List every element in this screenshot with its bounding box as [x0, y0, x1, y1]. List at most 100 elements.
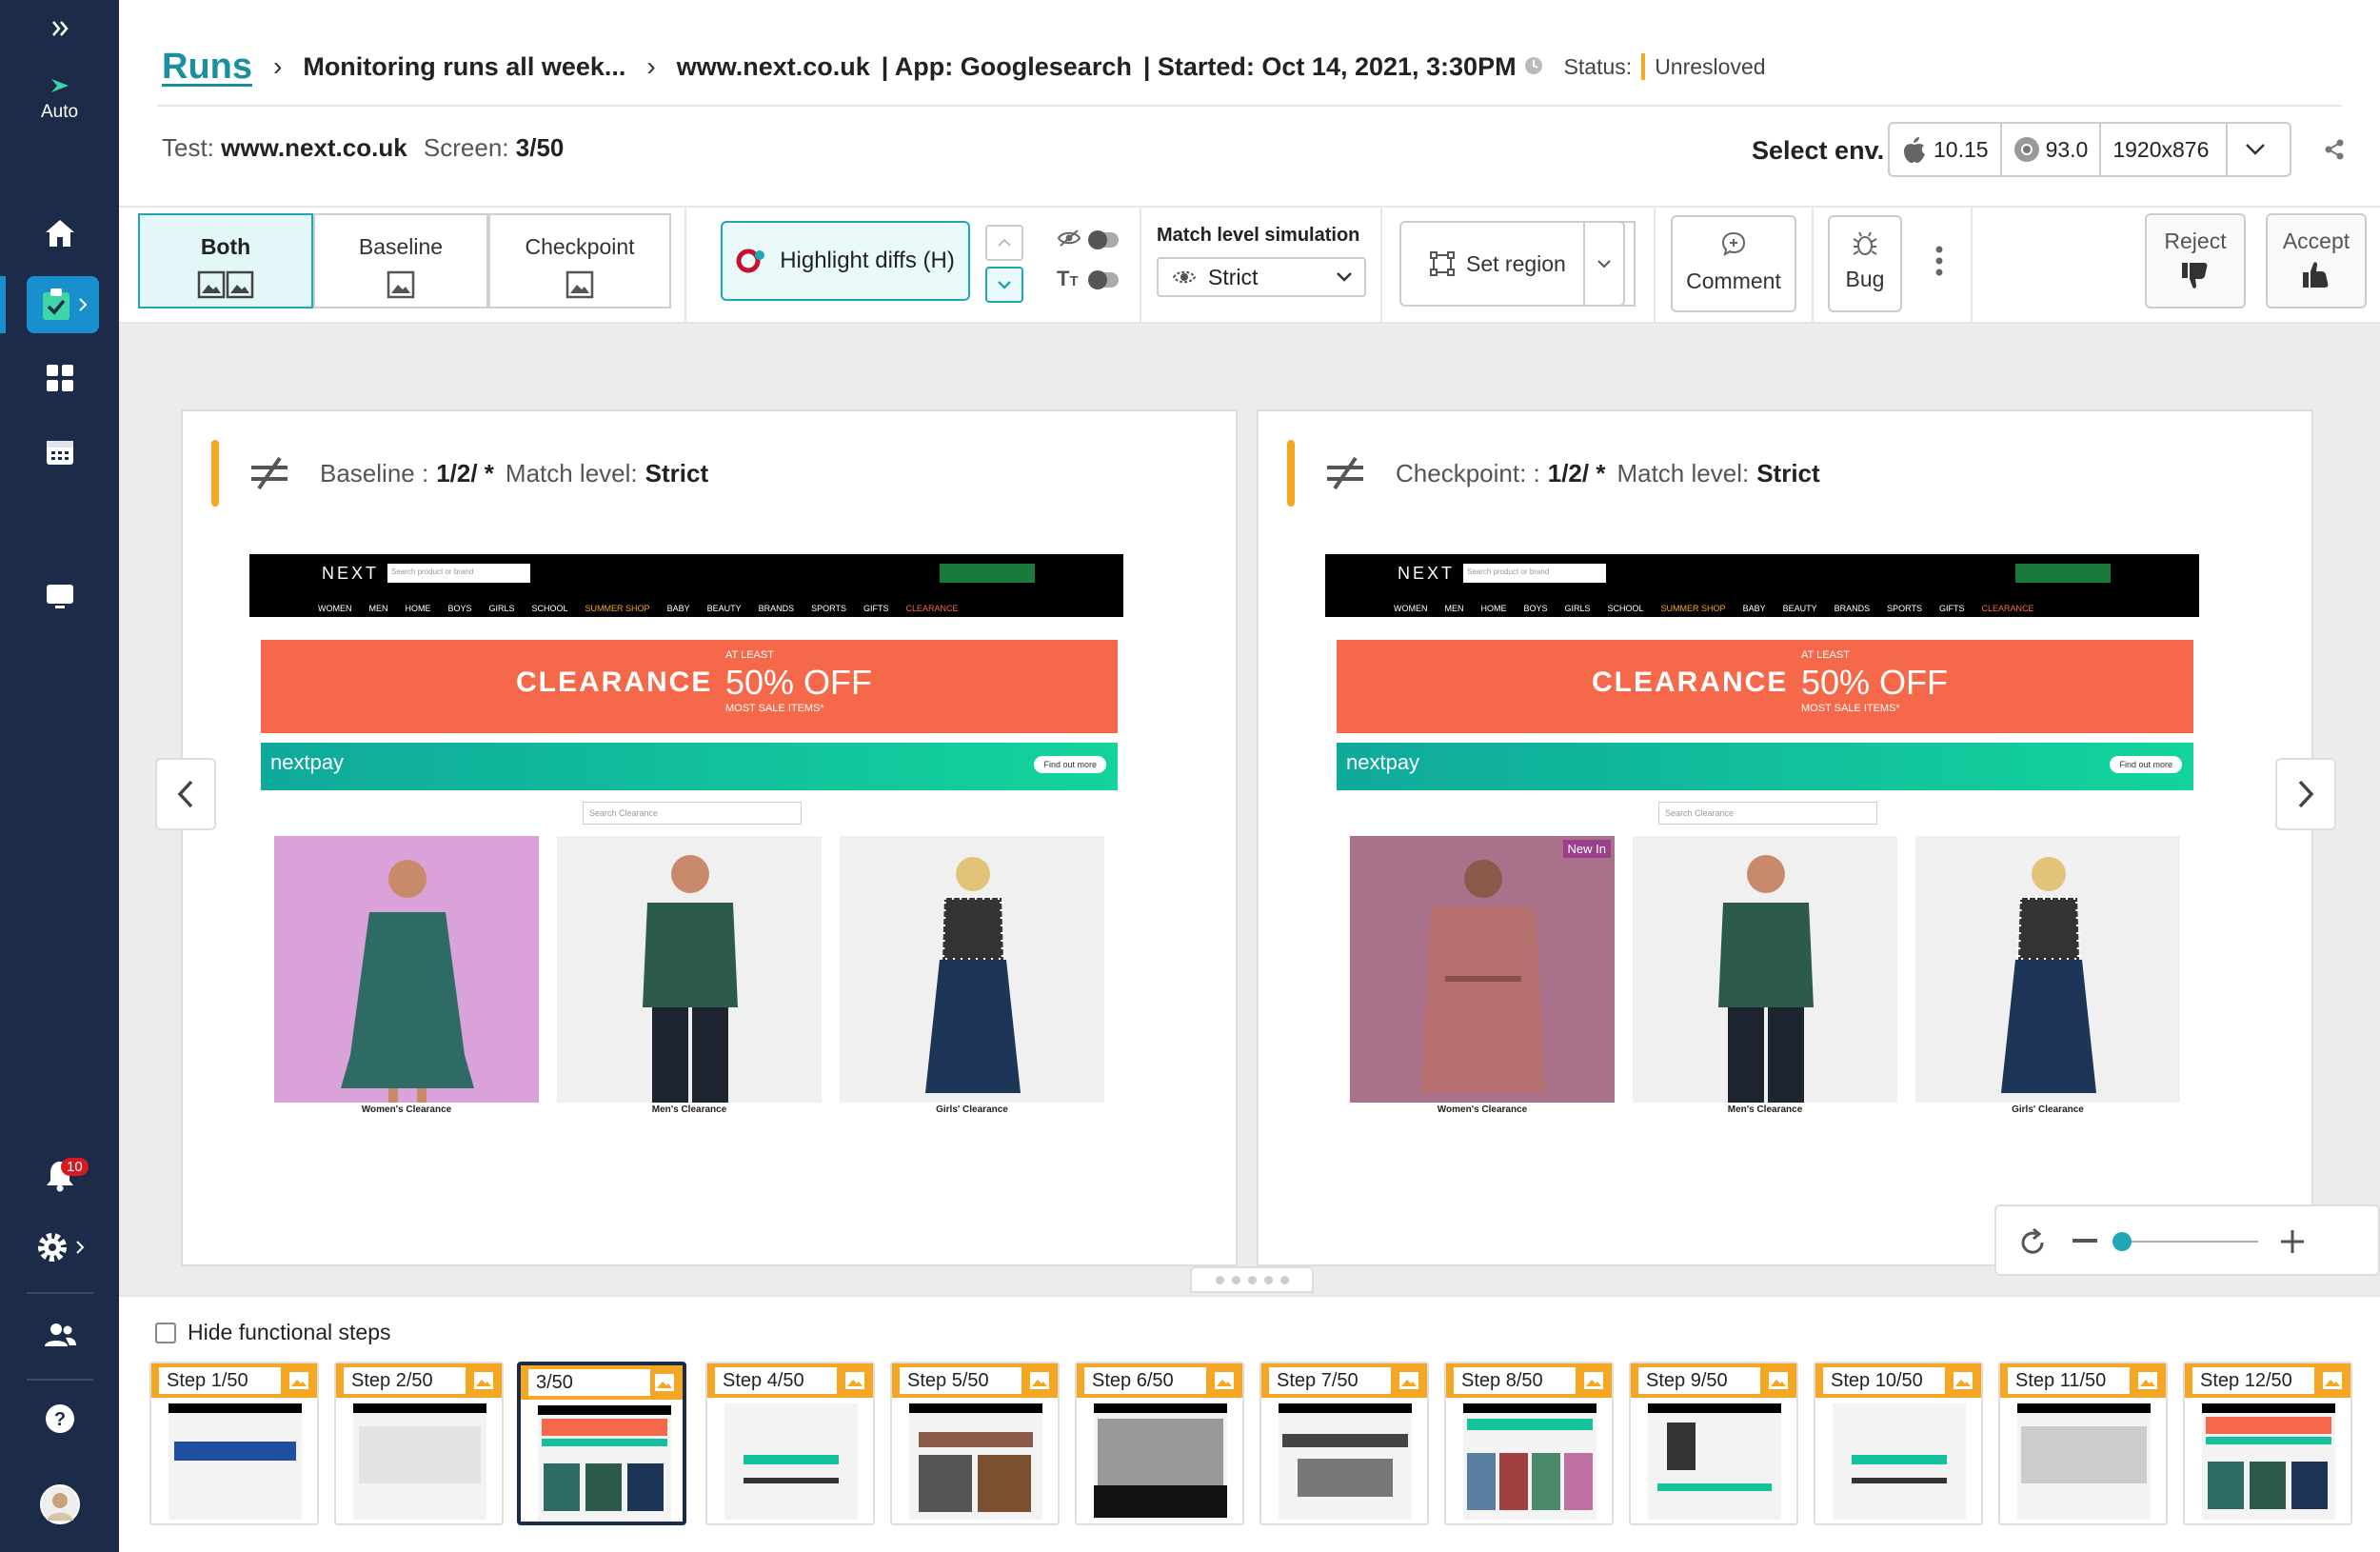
- step-thumbnail[interactable]: Step 2/50: [334, 1362, 504, 1525]
- hide-diffs-icon: [1057, 229, 1081, 252]
- sidebar: Auto 10 ?: [0, 0, 119, 1552]
- product-image-girls: [1915, 836, 2180, 1103]
- help-icon[interactable]: ?: [0, 1396, 119, 1442]
- notification-badge: 10: [61, 1158, 89, 1176]
- checkpoint-match-label: Match level:: [1616, 458, 1750, 487]
- status-bar: [1287, 440, 1295, 507]
- step-thumbnail[interactable]: Step 11/50: [1998, 1362, 2168, 1525]
- clearance-banner: CLEARANCE AT LEAST 50% OFF MOST SALE ITE…: [261, 640, 1118, 733]
- share-icon[interactable]: [2323, 138, 2346, 166]
- baseline-header: Baseline : 1/2/ * Match level: Strict: [211, 440, 708, 507]
- comment-icon: [1721, 231, 1746, 257]
- accept-button[interactable]: Accept: [2266, 213, 2367, 308]
- step-thumbnail-selected[interactable]: 3/50: [517, 1362, 686, 1525]
- product-caption-girls: Girls' Clearance: [936, 1104, 1008, 1115]
- step-label: Step 7/50: [1269, 1367, 1391, 1394]
- notifications-icon[interactable]: 10: [0, 1152, 119, 1200]
- step-thumbnail[interactable]: Step 5/50: [890, 1362, 1060, 1525]
- image-icon: [1399, 1372, 1418, 1389]
- next-screen-button[interactable]: [2275, 758, 2336, 830]
- sidebar-item-test-results[interactable]: [27, 276, 99, 333]
- step-label: Step 5/50: [900, 1367, 1021, 1394]
- step-thumbnail[interactable]: Step 7/50: [1259, 1362, 1429, 1525]
- set-region-dropdown[interactable]: [1583, 221, 1625, 307]
- os-version: 10.15: [1934, 136, 1989, 162]
- monitor-icon[interactable]: [0, 576, 119, 618]
- bug-button[interactable]: Bug: [1828, 215, 1902, 312]
- breadcrumb-runs-link[interactable]: Runs: [162, 47, 252, 88]
- step-label: Step 12/50: [2192, 1367, 2314, 1394]
- image-icon: [1769, 1372, 1788, 1389]
- hide-functional-checkbox[interactable]: [155, 1322, 176, 1343]
- dashboard-icon[interactable]: [0, 357, 119, 399]
- baseline-panel: Baseline : 1/2/ * Match level: Strict NE…: [181, 409, 1238, 1266]
- site-search: Search product or brand: [1463, 564, 1606, 583]
- zoom-slider-handle[interactable]: [2112, 1232, 2132, 1251]
- zoom-slider-track[interactable]: [2120, 1241, 2258, 1243]
- text-diff-toggle[interactable]: [1088, 270, 1119, 289]
- image-icon: [289, 1372, 308, 1389]
- step-thumbnail[interactable]: Step 1/50: [149, 1362, 319, 1525]
- checkpoint-panel: Checkpoint: : 1/2/ * Match level: Strict…: [1257, 409, 2313, 1266]
- checkpoint-header: Checkpoint: : 1/2/ * Match level: Strict: [1287, 440, 1820, 507]
- home-icon[interactable]: [0, 211, 119, 255]
- view-baseline-tab[interactable]: Baseline: [313, 213, 488, 308]
- reset-zoom-icon[interactable]: [2017, 1227, 2048, 1258]
- checkpoint-screenshot[interactable]: NEXT Search product or brand WOMEN MEN HOM…: [1325, 554, 2199, 1135]
- product-image-men: [1633, 836, 1897, 1103]
- baseline-screenshot[interactable]: NEXT Search product or brand WOMEN MEN HOM…: [249, 554, 1123, 1135]
- step-thumbnail[interactable]: Step 10/50: [1814, 1362, 1983, 1525]
- step-thumbnail[interactable]: Step 4/50: [705, 1362, 875, 1525]
- view-both-tab[interactable]: Both: [138, 213, 313, 308]
- step-thumbnail[interactable]: Step 12/50: [2183, 1362, 2352, 1525]
- zoom-in-icon[interactable]: [2280, 1229, 2305, 1254]
- bug-icon: [1853, 231, 1877, 255]
- image-icon: [1954, 1372, 1973, 1389]
- highlight-diffs-button[interactable]: Highlight diffs (H): [721, 221, 970, 301]
- user-avatar[interactable]: [0, 1482, 119, 1527]
- step-thumbnail[interactable]: Step 9/50: [1629, 1362, 1798, 1525]
- breadcrumb-test: www.next.co.uk: [676, 51, 870, 81]
- breadcrumb-batch[interactable]: Monitoring runs all week...: [303, 52, 625, 82]
- set-region-label: Set region: [1466, 250, 1566, 276]
- not-equal-icon: [1327, 456, 1363, 490]
- expand-sidebar-icon[interactable]: [0, 10, 119, 48]
- image-icon: [565, 270, 594, 305]
- step-thumbnail[interactable]: Step 8/50: [1444, 1362, 1614, 1525]
- product-caption-men: Men's Clearance: [1727, 1104, 1803, 1115]
- hide-functional-steps[interactable]: Hide functional steps: [155, 1320, 391, 1345]
- view-baseline-label: Baseline: [358, 234, 444, 259]
- previous-screen-button[interactable]: [155, 758, 216, 830]
- checkpoint-label: Checkpoint: :: [1396, 458, 1540, 487]
- chevron-right-icon: ›: [646, 51, 656, 81]
- previous-diff-button[interactable]: [985, 225, 1023, 261]
- step-thumbnail[interactable]: Step 6/50: [1075, 1362, 1244, 1525]
- next-diff-button[interactable]: [985, 267, 1023, 303]
- reject-button[interactable]: Reject: [2145, 213, 2246, 308]
- zoom-out-icon[interactable]: [2073, 1239, 2097, 1244]
- product-caption-men: Men's Clearance: [651, 1104, 727, 1115]
- site-logo: NEXT: [1398, 564, 1456, 583]
- baseline-match-value: Strict: [645, 458, 709, 487]
- team-icon[interactable]: [0, 1314, 119, 1356]
- image-icon: [845, 1372, 864, 1389]
- more-options-icon[interactable]: [1935, 246, 1943, 281]
- resize-handle[interactable]: [1190, 1266, 1314, 1293]
- auto-logo-icon[interactable]: [0, 67, 119, 105]
- image-icon: [387, 270, 415, 305]
- accept-label: Accept: [2282, 229, 2350, 253]
- screen-label: Screen:: [423, 133, 509, 162]
- step-label: Step 6/50: [1084, 1367, 1206, 1394]
- chevron-down-icon[interactable]: [2228, 124, 2283, 175]
- settings-icon[interactable]: [0, 1224, 119, 1271]
- hide-diffs-toggle[interactable]: [1088, 230, 1119, 249]
- product-image-women: New In: [1350, 836, 1615, 1103]
- sidebar-divider: [27, 1379, 93, 1381]
- side-by-side-image-icon: [197, 270, 254, 305]
- chrome-icon: 93.0: [2002, 124, 2100, 175]
- env-selector[interactable]: 10.15 93.0 1920x876: [1888, 122, 2291, 177]
- comment-button[interactable]: Comment: [1671, 215, 1796, 312]
- view-checkpoint-tab[interactable]: Checkpoint: [488, 213, 671, 308]
- calendar-icon[interactable]: [0, 430, 119, 472]
- match-level-select[interactable]: Strict: [1157, 257, 1366, 297]
